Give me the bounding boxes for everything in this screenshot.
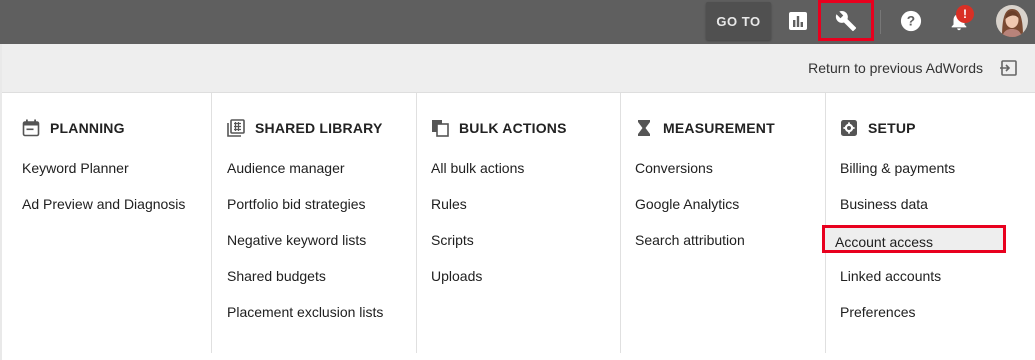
svg-text:?: ?	[907, 14, 915, 29]
column-title: MEASUREMENT	[663, 120, 775, 136]
library-icon	[227, 119, 245, 137]
menu-item-negative-keyword-lists[interactable]: Negative keyword lists	[227, 232, 366, 248]
menu-item-billing-payments[interactable]: Billing & payments	[840, 160, 955, 176]
column-header: SHARED LIBRARY	[227, 118, 383, 138]
help-icon[interactable]: ?	[896, 6, 926, 36]
tools-menu: PLANNING Keyword Planner Ad Preview and …	[0, 93, 1035, 360]
column-planning: PLANNING Keyword Planner Ad Preview and …	[0, 93, 212, 353]
hourglass-icon	[638, 120, 650, 136]
menu-item-rules[interactable]: Rules	[431, 196, 467, 212]
column-title: PLANNING	[50, 120, 125, 136]
menu-item-ad-preview[interactable]: Ad Preview and Diagnosis	[22, 196, 185, 212]
column-shared-library: SHARED LIBRARY Audience manager Portfoli…	[205, 93, 417, 353]
menu-item-account-access[interactable]: Account access	[822, 225, 1006, 253]
menu-item-scripts[interactable]: Scripts	[431, 232, 474, 248]
calendar-icon	[22, 119, 40, 137]
notification-badge: !	[956, 5, 974, 23]
column-title: BULK ACTIONS	[459, 120, 567, 136]
top-bar: GO TO ? !	[0, 0, 1035, 44]
menu-item-search-attribution[interactable]: Search attribution	[635, 232, 745, 248]
return-bar: Return to previous AdWords	[0, 44, 1035, 93]
menu-item-shared-budgets[interactable]: Shared budgets	[227, 268, 326, 284]
column-header: SETUP	[840, 118, 916, 138]
menu-item-placement-exclusion-lists[interactable]: Placement exclusion lists	[227, 304, 383, 320]
avatar[interactable]	[996, 5, 1028, 37]
menu-item-uploads[interactable]: Uploads	[431, 268, 482, 284]
column-title: SHARED LIBRARY	[255, 120, 383, 136]
column-header: BULK ACTIONS	[431, 118, 567, 138]
menu-item-audience-manager[interactable]: Audience manager	[227, 160, 345, 176]
reports-icon[interactable]	[783, 6, 813, 36]
goto-button[interactable]: GO TO	[706, 2, 771, 40]
menu-item-portfolio-bid-strategies[interactable]: Portfolio bid strategies	[227, 196, 366, 212]
column-header: PLANNING	[22, 118, 125, 138]
menu-item-keyword-planner[interactable]: Keyword Planner	[22, 160, 129, 176]
exit-icon[interactable]	[999, 58, 1019, 78]
menu-item-conversions[interactable]: Conversions	[635, 160, 713, 176]
return-link[interactable]: Return to previous AdWords	[808, 60, 983, 76]
menu-item-preferences[interactable]: Preferences	[840, 304, 915, 320]
column-header: MEASUREMENT	[635, 118, 775, 138]
column-bulk-actions: BULK ACTIONS All bulk actions Rules Scri…	[409, 93, 621, 353]
column-setup: SETUP Billing & payments Business data A…	[818, 93, 1035, 353]
column-title: SETUP	[868, 120, 916, 136]
column-measurement: MEASUREMENT Conversions Google Analytics…	[613, 93, 826, 353]
menu-item-linked-accounts[interactable]: Linked accounts	[840, 268, 941, 284]
menu-item-all-bulk-actions[interactable]: All bulk actions	[431, 160, 524, 176]
wrench-icon[interactable]	[818, 0, 874, 41]
settings-icon	[841, 120, 857, 136]
menu-item-business-data[interactable]: Business data	[840, 196, 928, 212]
copy-icon	[432, 120, 449, 137]
topbar-divider	[880, 10, 881, 34]
menu-item-google-analytics[interactable]: Google Analytics	[635, 196, 739, 212]
